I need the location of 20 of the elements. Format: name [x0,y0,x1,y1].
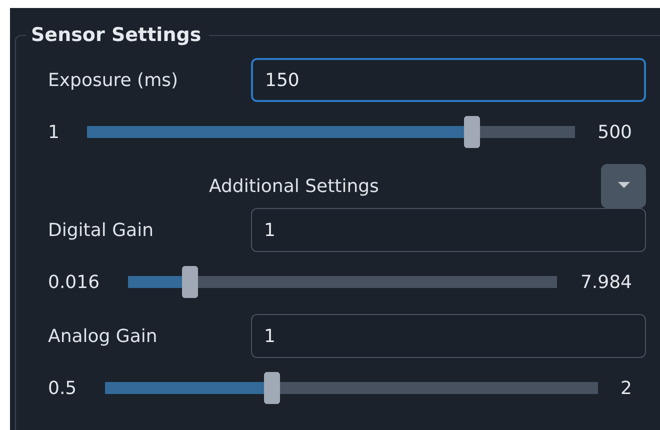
slider-handle[interactable] [464,116,480,148]
slider[interactable] [128,266,558,298]
slider-max-label: 2 [620,378,632,398]
slider-max-label: 7.984 [580,272,632,292]
input-field[interactable]: 1 [251,314,646,358]
field-label: Exposure (ms) [48,70,180,90]
caret-icon [618,182,630,190]
slider-min-label: 0.016 [48,272,100,292]
section-label: Additional Settings [209,176,380,196]
slider-min-label: 1 [48,122,60,142]
input-field[interactable]: 150 [251,58,646,102]
slider[interactable] [104,372,598,404]
input-field[interactable]: 1 [251,208,646,252]
field-label: Analog Gain [48,326,158,346]
slider-max-label: 500 [598,122,632,142]
slider-handle[interactable] [182,266,198,298]
slider-min-label: 0.5 [48,378,77,398]
slider[interactable] [87,116,575,148]
field-label: Digital Gain [48,220,154,240]
slider-handle[interactable] [264,372,280,404]
